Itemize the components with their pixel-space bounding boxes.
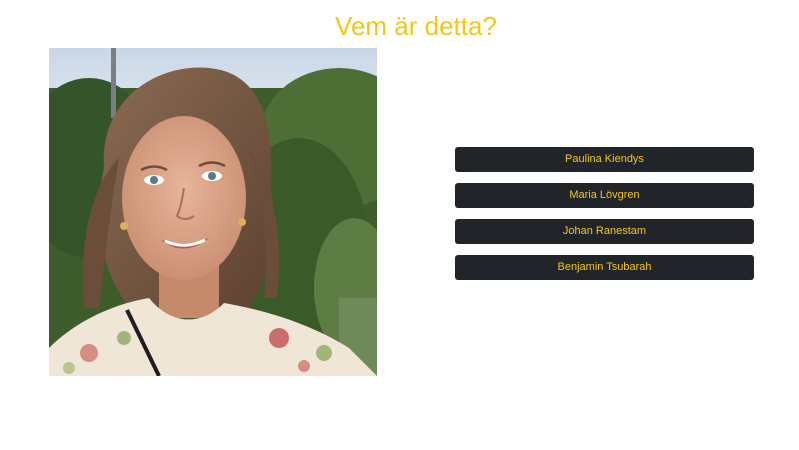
answer-option-1[interactable]: Paulina Kiendys	[455, 147, 754, 172]
answer-option-3[interactable]: Johan Ranestam	[455, 219, 754, 244]
person-photo	[49, 48, 377, 376]
answer-option-2[interactable]: Maria Lövgren	[455, 183, 754, 208]
quiz-page: Vem är detta? Paulina Kiendys Maria Lövg…	[0, 0, 799, 450]
answer-options: Paulina Kiendys Maria Lövgren Johan Rane…	[455, 147, 754, 291]
answer-option-4[interactable]: Benjamin Tsubarah	[455, 255, 754, 280]
question-title: Vem är detta?	[335, 11, 497, 41]
